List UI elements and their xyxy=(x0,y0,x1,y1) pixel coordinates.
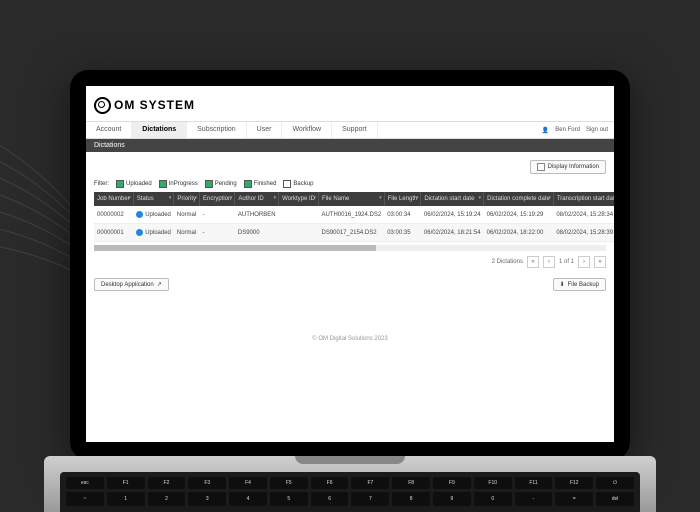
filter-label: Filter: xyxy=(94,181,109,187)
desktop-application-button[interactable]: Desktop Application ↗ xyxy=(94,278,169,291)
pager-summary: 2 Dictations xyxy=(492,259,523,265)
pager-first[interactable]: « xyxy=(527,256,539,268)
top-nav: Account Dictations Subscription User Wor… xyxy=(86,121,614,139)
key: 2 xyxy=(148,492,186,506)
footer-copyright: © OM Digital Solutions 2023 xyxy=(86,336,614,342)
key: 5 xyxy=(270,492,308,506)
table-row[interactable]: 00000001 Uploaded Normal - DS9000 DS9001… xyxy=(94,224,614,242)
table-row[interactable]: 00000002 Uploaded Normal - AUTHORBEN AUT… xyxy=(94,206,614,224)
key: 1 xyxy=(107,492,145,506)
user-icon: 👤 xyxy=(542,127,549,134)
pager-prev[interactable]: ‹ xyxy=(543,256,555,268)
key: 7 xyxy=(351,492,389,506)
key: F1 xyxy=(107,477,145,489)
brand-name: OM SYSTEM xyxy=(114,98,195,112)
display-info-icon xyxy=(537,163,545,171)
brand-header: OM SYSTEM xyxy=(86,86,614,121)
col-filelength[interactable]: File Length▾ xyxy=(384,192,421,206)
key: - xyxy=(515,492,553,506)
key: = xyxy=(555,492,593,506)
key: ⏻ xyxy=(596,477,634,489)
page-title-bar: Dictations xyxy=(86,139,614,152)
key: 4 xyxy=(229,492,267,506)
key: 8 xyxy=(392,492,430,506)
display-information-button[interactable]: Display Information xyxy=(530,160,606,174)
key: F10 xyxy=(474,477,512,489)
key: 9 xyxy=(433,492,471,506)
signout-link[interactable]: Sign out xyxy=(586,127,608,133)
key: F5 xyxy=(270,477,308,489)
col-status[interactable]: Status▾ xyxy=(133,192,174,206)
pager-last[interactable]: » xyxy=(594,256,606,268)
filter-inprogress[interactable]: InProgress xyxy=(159,180,198,188)
status-dot-icon xyxy=(136,211,143,218)
user-name[interactable]: Ben Ford xyxy=(555,127,580,133)
col-job[interactable]: Job Number▾ xyxy=(94,192,133,206)
key: F8 xyxy=(392,477,430,489)
col-filename[interactable]: File Name▾ xyxy=(318,192,384,206)
app-screen: OM SYSTEM Account Dictations Subscriptio… xyxy=(86,86,614,442)
tab-support[interactable]: Support xyxy=(332,122,378,138)
key: F3 xyxy=(188,477,226,489)
filter-backup[interactable]: Backup xyxy=(283,180,313,188)
tab-account[interactable]: Account xyxy=(86,122,132,138)
key: 3 xyxy=(188,492,226,506)
col-dict-start[interactable]: Dictation start date▾ xyxy=(421,192,484,206)
col-worktype[interactable]: Worktype ID▾ xyxy=(279,192,319,206)
key: del xyxy=(596,492,634,506)
external-link-icon: ↗ xyxy=(157,281,162,288)
key: F4 xyxy=(229,477,267,489)
col-dict-complete[interactable]: Dictation complete date▾ xyxy=(484,192,554,206)
key: F7 xyxy=(351,477,389,489)
key: F12 xyxy=(555,477,593,489)
col-encryption[interactable]: Encryption▾ xyxy=(200,192,235,206)
col-trans-start[interactable]: Transcription start date▾ xyxy=(553,192,614,206)
key: esc xyxy=(66,477,104,489)
laptop-keyboard: escF1F2F3F4F5F6F7F8F9F10F11F12⏻ ~1234567… xyxy=(60,472,640,512)
filter-pending[interactable]: Pending xyxy=(205,180,237,188)
status-dot-icon xyxy=(136,229,143,236)
pager: 2 Dictations « ‹ 1 of 1 › » xyxy=(94,256,606,268)
dictations-table: Job Number▾ Status▾ Priority▾ Encryption… xyxy=(94,192,614,242)
key: F2 xyxy=(148,477,186,489)
key: 6 xyxy=(311,492,349,506)
tab-workflow[interactable]: Workflow xyxy=(282,122,332,138)
laptop-frame: OM SYSTEM Account Dictations Subscriptio… xyxy=(70,70,630,460)
key: F6 xyxy=(311,477,349,489)
laptop-notch xyxy=(295,456,405,464)
key: F9 xyxy=(433,477,471,489)
pager-next[interactable]: › xyxy=(578,256,590,268)
tab-dictations[interactable]: Dictations xyxy=(132,122,187,138)
brand-logo-icon xyxy=(94,97,111,114)
col-priority[interactable]: Priority▾ xyxy=(174,192,200,206)
pager-page: 1 of 1 xyxy=(559,259,574,265)
file-backup-button[interactable]: ⬇ File Backup xyxy=(553,278,606,291)
tab-subscription[interactable]: Subscription xyxy=(187,122,247,138)
key: F11 xyxy=(515,477,553,489)
filter-finished[interactable]: Finished xyxy=(244,180,277,188)
tab-user[interactable]: User xyxy=(247,122,283,138)
key: ~ xyxy=(66,492,104,506)
filter-uploaded[interactable]: Uploaded xyxy=(116,180,152,188)
col-author[interactable]: Author ID▾ xyxy=(235,192,279,206)
download-icon: ⬇ xyxy=(560,281,565,288)
key: 0 xyxy=(474,492,512,506)
horizontal-scrollbar[interactable] xyxy=(94,245,606,251)
filter-bar: Filter: Uploaded InProgress Pending Fini… xyxy=(94,180,606,188)
